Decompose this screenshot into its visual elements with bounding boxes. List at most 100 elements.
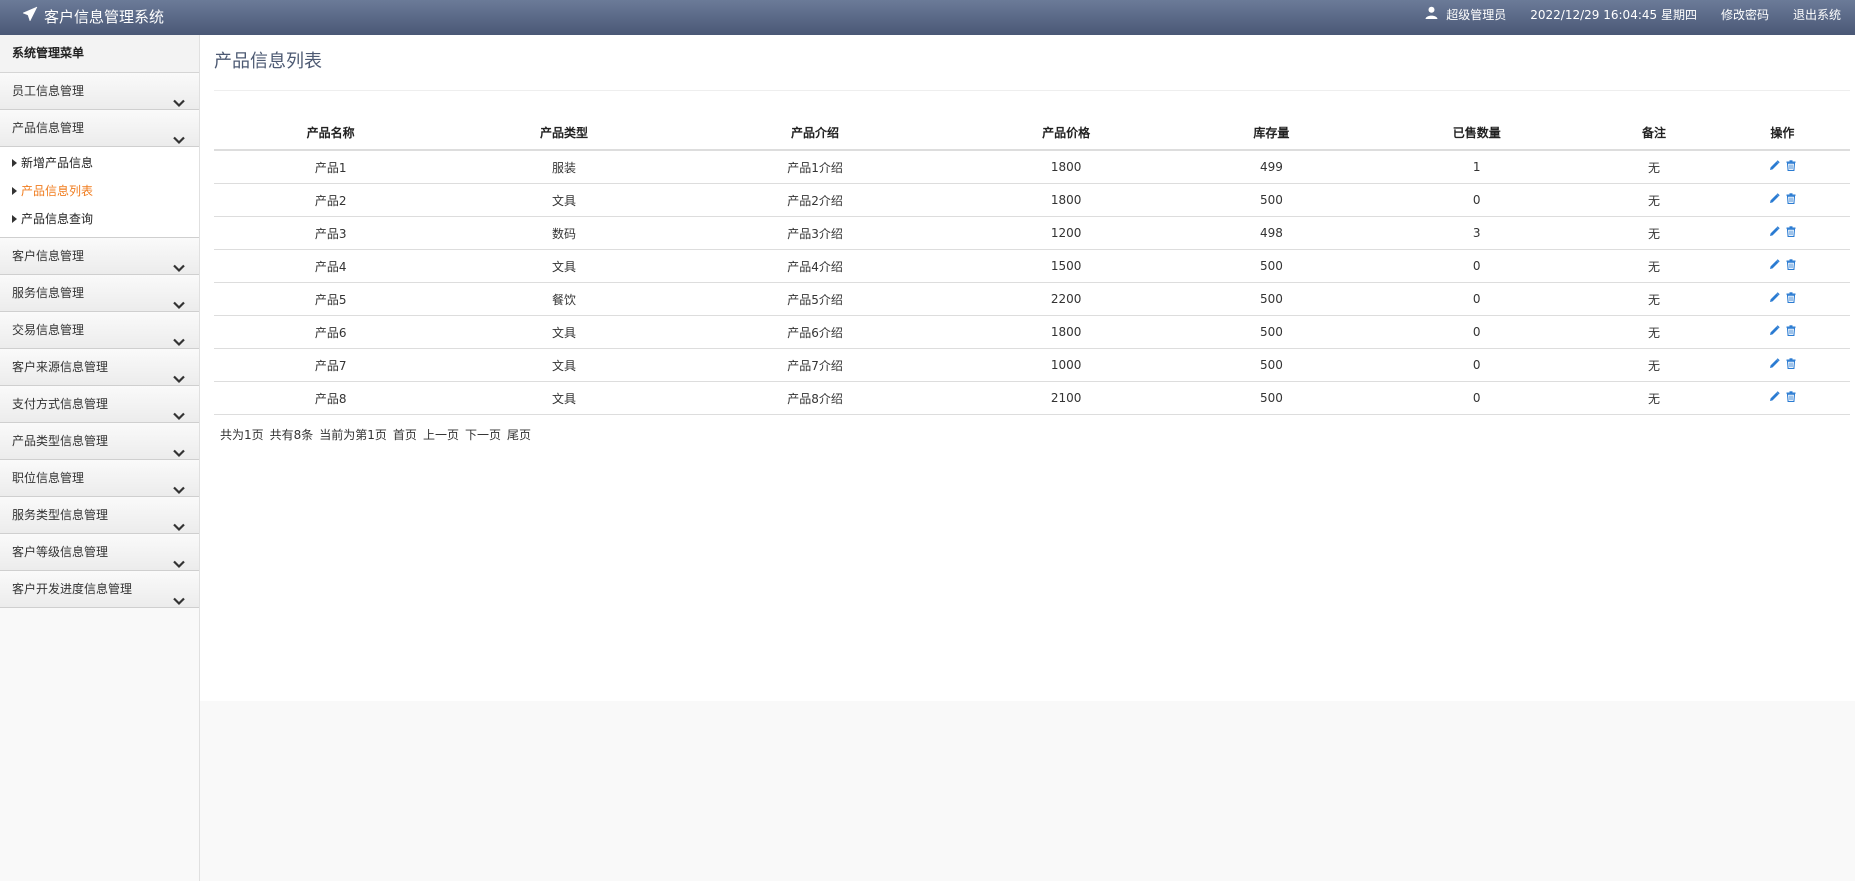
cell-remark: 无 [1593,282,1715,316]
pager-prev[interactable]: 上一页 [423,426,459,443]
cell-type: 数码 [447,216,681,250]
cell-sold: 0 [1360,249,1594,283]
menu-progress[interactable]: 客户开发进度信息管理 [0,571,199,608]
menu-source[interactable]: 客户来源信息管理 [0,349,199,386]
cell-actions [1714,348,1850,382]
table-row: 产品4 文具 产品4介绍 1500 500 0 无 [214,249,1850,283]
edit-icon[interactable] [1769,325,1780,336]
edit-icon[interactable] [1769,391,1780,402]
cell-type: 餐饮 [447,282,681,316]
table-row: 产品5 餐饮 产品5介绍 2200 500 0 无 [214,282,1850,316]
user-icon [1425,6,1446,22]
menu-position-label: 职位信息管理 [12,471,85,485]
menu-progress-label: 客户开发进度信息管理 [12,582,133,596]
current-user: 超级管理员 [1425,6,1506,23]
table-body: 产品1 服装 产品1介绍 1800 499 1 无产品2 文具 产品2介绍 1800 500 0 无产品… [214,150,1850,415]
cell-stock: 499 [1182,150,1361,184]
edit-icon[interactable] [1769,292,1780,303]
delete-icon[interactable] [1786,292,1796,303]
cell-intro: 产品6介绍 [680,315,950,349]
main-content: 产品信息列表 产品名称 产品类型 产品介绍 产品价格 库存量 已售数量 备注 操… [200,35,1855,701]
menu-product[interactable]: 产品信息管理 [0,110,199,147]
cell-intro: 产品7介绍 [680,348,950,382]
cell-name: 产品4 [214,249,448,283]
delete-icon[interactable] [1786,391,1796,402]
cell-stock: 500 [1182,348,1361,382]
pager-first[interactable]: 首页 [393,426,417,443]
menu-employee[interactable]: 员工信息管理 [0,73,199,110]
delete-icon[interactable] [1786,358,1796,369]
product-table: 产品名称 产品类型 产品介绍 产品价格 库存量 已售数量 备注 操作 产品1 服装… [214,115,1850,415]
menu-product-type[interactable]: 产品类型信息管理 [0,423,199,460]
menu-service-type[interactable]: 服务类型信息管理 [0,497,199,534]
edit-icon[interactable] [1769,259,1780,270]
edit-icon[interactable] [1769,193,1780,204]
menu-source-label: 客户来源信息管理 [12,360,109,374]
cell-intro: 产品8介绍 [680,381,950,415]
menu-payment[interactable]: 支付方式信息管理 [0,386,199,423]
submenu-product-query[interactable]: 产品信息查询 [0,205,199,233]
col-actions: 操作 [1714,115,1850,151]
cell-type: 文具 [447,183,681,217]
delete-icon[interactable] [1786,259,1796,270]
cell-name: 产品1 [214,150,448,184]
delete-icon[interactable] [1786,226,1796,237]
delete-icon[interactable] [1786,160,1796,171]
logout-link[interactable]: 退出系统 [1793,6,1841,23]
table-header-row: 产品名称 产品类型 产品介绍 产品价格 库存量 已售数量 备注 操作 [214,115,1850,151]
edit-icon[interactable] [1769,358,1780,369]
pager-last[interactable]: 尾页 [507,426,531,443]
table-row: 产品1 服装 产品1介绍 1800 499 1 无 [214,150,1850,184]
menu-trade[interactable]: 交易信息管理 [0,312,199,349]
cell-intro: 产品4介绍 [680,249,950,283]
menu-customer-label: 客户信息管理 [12,249,85,263]
cell-stock: 498 [1182,216,1361,250]
cell-actions [1714,150,1850,184]
cell-stock: 500 [1182,315,1361,349]
submenu-add-product[interactable]: 新增产品信息 [0,149,199,177]
chevron-down-icon [173,584,185,620]
submenu-product-list[interactable]: 产品信息列表 [0,177,199,205]
cell-price: 2200 [949,282,1183,316]
cell-actions [1714,315,1850,349]
sidebar-title: 系统管理菜单 [0,35,199,73]
edit-icon[interactable] [1769,226,1780,237]
cell-stock: 500 [1182,249,1361,283]
pagination: 共为1页 共有8条 当前为第1页 首页 上一页 下一页 尾页 [220,426,537,443]
cell-sold: 0 [1360,381,1594,415]
menu-service-type-label: 服务类型信息管理 [12,508,109,522]
menu-trade-label: 交易信息管理 [12,323,85,337]
table-row: 产品8 文具 产品8介绍 2100 500 0 无 [214,381,1850,415]
menu-level[interactable]: 客户等级信息管理 [0,534,199,571]
menu-customer[interactable]: 客户信息管理 [0,238,199,275]
delete-icon[interactable] [1786,193,1796,204]
delete-icon[interactable] [1786,325,1796,336]
pager-next[interactable]: 下一页 [465,426,501,443]
cell-type: 文具 [447,381,681,415]
chevron-down-icon [173,123,185,159]
change-password-link[interactable]: 修改密码 [1721,6,1769,23]
menu-employee-label: 员工信息管理 [12,84,85,98]
menu-payment-label: 支付方式信息管理 [12,397,109,411]
cell-price: 1200 [949,216,1183,250]
menu-level-label: 客户等级信息管理 [12,545,109,559]
cell-price: 1800 [949,315,1183,349]
cell-intro: 产品2介绍 [680,183,950,217]
cell-sold: 1 [1360,150,1594,184]
cell-price: 1000 [949,348,1183,382]
cell-sold: 0 [1360,348,1594,382]
cell-actions [1714,216,1850,250]
cell-intro: 产品1介绍 [680,150,950,184]
col-stock: 库存量 [1182,115,1361,151]
edit-icon[interactable] [1769,160,1780,171]
caret-right-icon [12,149,17,177]
user-name: 超级管理员 [1446,7,1507,22]
cell-actions [1714,249,1850,283]
cell-actions [1714,282,1850,316]
cell-intro: 产品3介绍 [680,216,950,250]
table-row: 产品6 文具 产品6介绍 1800 500 0 无 [214,315,1850,349]
cell-sold: 0 [1360,315,1594,349]
col-remark: 备注 [1593,115,1715,151]
menu-service[interactable]: 服务信息管理 [0,275,199,312]
menu-position[interactable]: 职位信息管理 [0,460,199,497]
